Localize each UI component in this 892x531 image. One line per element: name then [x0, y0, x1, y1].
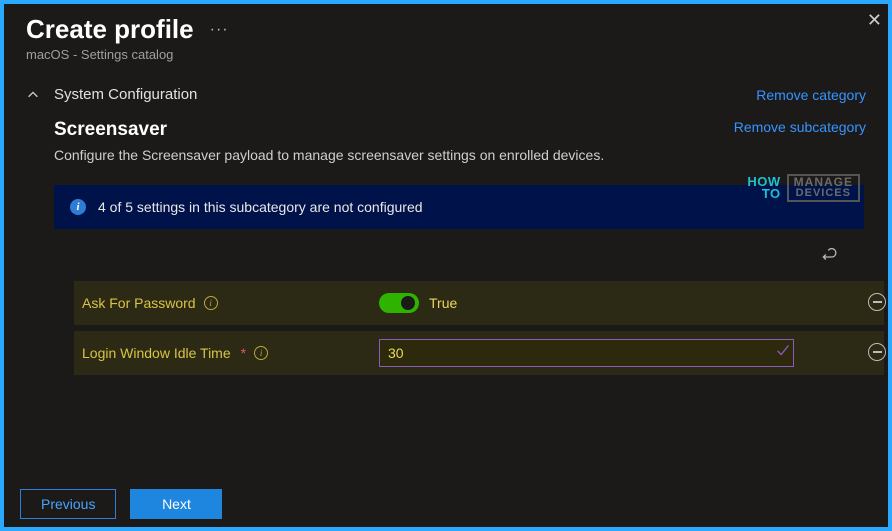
previous-button[interactable]: Previous	[20, 489, 116, 519]
remove-setting-icon[interactable]	[868, 343, 886, 361]
remove-setting-icon[interactable]	[868, 293, 886, 311]
remove-subcategory-link[interactable]: Remove subcategory	[734, 119, 866, 135]
setting-label: Login Window Idle Time	[82, 345, 231, 361]
login-idle-time-input[interactable]	[379, 339, 794, 367]
toggle-value-label: True	[429, 295, 457, 311]
chevron-up-icon[interactable]	[26, 88, 40, 102]
subcategory-title: Screensaver	[54, 119, 604, 141]
info-tooltip-icon[interactable]: i	[254, 346, 268, 360]
undo-icon[interactable]	[820, 247, 840, 267]
remove-category-link[interactable]: Remove category	[756, 87, 866, 103]
category-title: System Configuration	[54, 86, 197, 103]
checkmark-icon	[774, 341, 792, 364]
page-subtitle: macOS - Settings catalog	[26, 47, 866, 62]
required-asterisk: *	[241, 345, 246, 361]
info-icon: i	[70, 199, 86, 215]
setting-login-window-idle-time: Login Window Idle Time * i	[74, 331, 884, 375]
setting-label: Ask For Password	[82, 295, 196, 311]
subcategory-description: Configure the Screensaver payload to man…	[54, 147, 604, 163]
ask-password-toggle[interactable]	[379, 293, 419, 313]
category-row: System Configuration Remove category	[26, 80, 866, 109]
footer-buttons: Previous Next	[20, 489, 222, 519]
page-title: Create profile	[26, 14, 194, 45]
close-icon[interactable]: ✕	[867, 10, 882, 31]
info-tooltip-icon[interactable]: i	[204, 296, 218, 310]
page-header: Create profile ··· macOS - Settings cata…	[4, 4, 888, 66]
info-banner: i 4 of 5 settings in this subcategory ar…	[54, 185, 864, 229]
setting-ask-for-password: Ask For Password i True	[74, 281, 884, 325]
more-icon[interactable]: ···	[210, 21, 229, 39]
info-banner-text: 4 of 5 settings in this subcategory are …	[98, 199, 423, 215]
next-button[interactable]: Next	[130, 489, 222, 519]
